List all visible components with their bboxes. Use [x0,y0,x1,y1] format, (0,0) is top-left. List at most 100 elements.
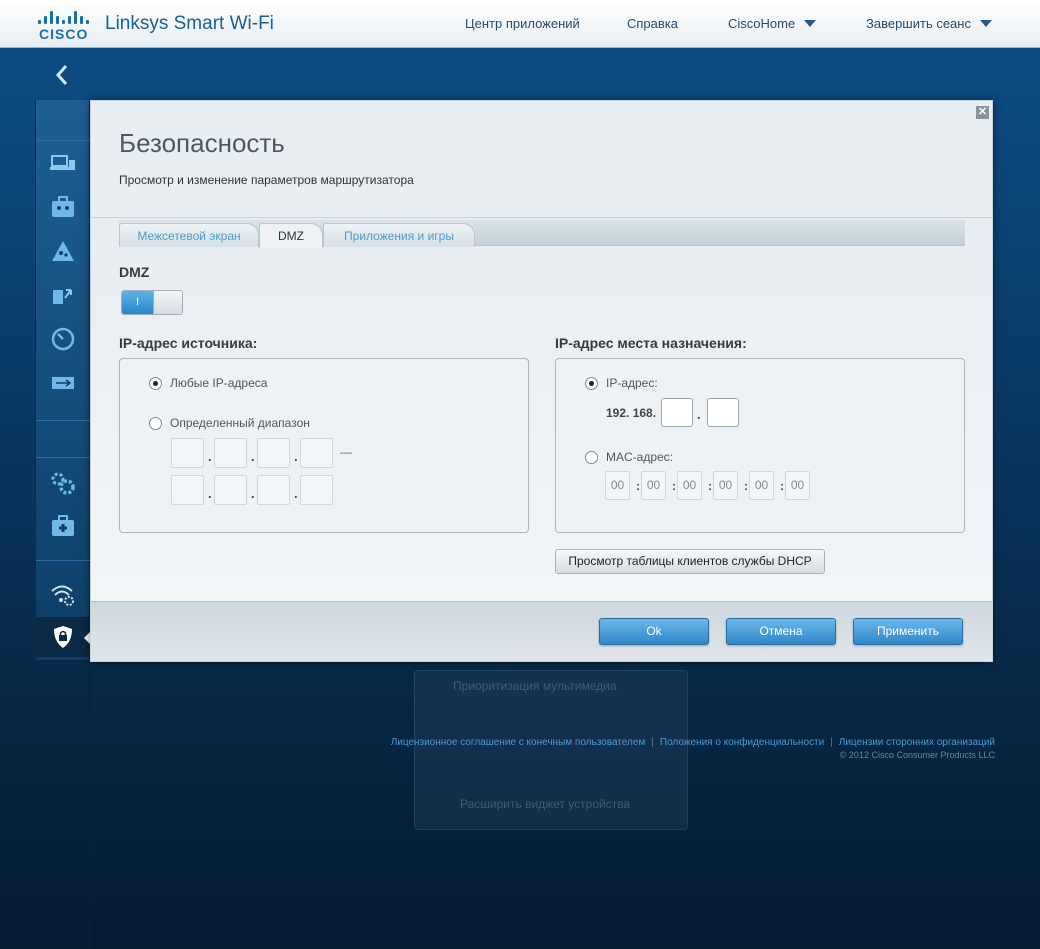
sidebar-item-troubleshooting[interactable] [36,506,90,546]
media-prioritization-icon [53,289,72,304]
dot-separator: . [294,486,298,501]
sidebar-item-guest-access[interactable] [36,187,90,227]
radio-dest-ip-label: IP-адрес: [606,376,658,390]
sidebar-divider [36,560,90,561]
destination-ip-title: IP-адрес места назначения: [555,335,747,351]
sidebar-item-connectivity[interactable] [36,463,90,503]
nav-sign-out-dropdown[interactable]: Завершить сеанс [866,16,992,31]
troubleshooting-icon [52,515,74,536]
range-end-octet-2[interactable] [214,475,247,505]
radio-mac[interactable] [585,451,598,464]
range-start-octet-4[interactable] [300,438,333,468]
mac-octet-3[interactable]: 00 [677,471,702,500]
connectivity-gear-icon [51,472,75,495]
mac-octet-1[interactable]: 00 [605,471,630,500]
sidebar-item-speed-test[interactable] [36,319,90,359]
toggle-on-indicator: I [122,291,153,314]
ok-button[interactable]: Ok [599,618,709,645]
nav-app-center[interactable]: Центр приложений [465,16,580,31]
sidebar-item-security[interactable] [36,617,90,657]
destination-ip-panel: IP-адрес: 192. 168. . MAC-адрес: 00 : 00… [555,358,965,533]
source-ip-title: IP-адрес источника: [119,335,258,351]
range-end-octet-1[interactable] [171,475,204,505]
dot-separator: . [208,449,212,464]
range-start-octet-1[interactable] [171,438,204,468]
parental-controls-icon [52,241,74,261]
sidebar-item-media-prioritization[interactable] [36,275,90,315]
dot-separator: . [294,449,298,464]
widget-link: Расширить виджет устройства [460,797,631,811]
cisco-bars-icon [36,10,94,24]
mac-octet-2[interactable]: 00 [641,471,666,500]
dialog-footer: Ok Отмена Применить [91,601,992,661]
footer-link-privacy[interactable]: Положения о конфиденциальности [660,737,824,748]
footer-link-third-party[interactable]: Лицензии сторонних организаций [839,737,995,748]
sidebar-divider [36,457,90,458]
close-icon[interactable]: ✕ [976,106,989,119]
chevron-left-icon [55,65,68,85]
ip-prefix: 192. 168. [606,406,657,420]
sidebar-item-parental-controls[interactable] [36,231,90,271]
range-end-octet-4[interactable] [300,475,333,505]
dialog-subtitle: Просмотр и изменение параметров маршрути… [119,173,414,187]
speed-test-icon [51,327,75,351]
mac-octet-6[interactable]: 00 [785,471,810,500]
nav-network-name-dropdown[interactable]: CiscoHome [728,16,817,31]
security-dialog: ✕ Безопасность Просмотр и изменение пара… [90,100,993,662]
nav-help[interactable]: Справка [627,16,678,31]
mac-octet-4[interactable]: 00 [713,471,738,500]
sidebar-item-usb-storage[interactable] [36,363,90,403]
mac-octet-5[interactable]: 00 [749,471,774,500]
device-list-icon [50,155,75,170]
apply-button[interactable]: Применить [853,618,963,645]
guest-access-icon [52,196,74,217]
tab-firewall[interactable]: Межсетевой экран [119,223,259,247]
colon-separator: : [636,479,640,493]
cancel-button[interactable]: Отмена [726,618,836,645]
widget-title: Приоритизация мультимедиа [453,679,617,693]
source-ip-panel: Любые IP-адреса Определенный диапазон . … [119,358,529,533]
range-end-octet-3[interactable] [257,475,290,505]
dmz-label: DMZ [119,264,150,280]
dest-ip-octet-3[interactable] [661,398,693,427]
back-button[interactable] [36,52,88,98]
radio-dest-ip[interactable] [585,377,598,390]
dot-separator: . [251,486,255,501]
nav-label: Завершить сеанс [866,16,971,31]
dhcp-client-table-button[interactable]: Просмотр таблицы клиентов службы DHCP [555,549,825,574]
sidebar-divider [36,140,90,141]
colon-separator: : [708,479,712,493]
caret-down-icon [979,20,992,27]
footer: Лицензионное соглашение с конечным польз… [391,737,995,760]
dot-separator: . [697,407,701,422]
radio-specific-range-label: Определенный диапазон [170,416,310,430]
radio-specific-range[interactable] [149,417,162,430]
tab-bar: Межсетевой экран DMZ Приложения и игры [119,220,965,248]
colon-separator: : [780,479,784,493]
toggle-knob [153,291,182,314]
sidebar-item-wireless[interactable] [36,574,90,614]
nav-label: Центр приложений [465,16,580,31]
footer-link-eula[interactable]: Лицензионное соглашение с конечным польз… [391,737,646,748]
colon-separator: : [672,479,676,493]
dot-separator: . [208,486,212,501]
dialog-title: Безопасность [119,128,285,158]
brand-title: Linksys Smart Wi-Fi [105,13,274,34]
sidebar-divider [36,420,90,421]
range-start-octet-2[interactable] [214,438,247,468]
copyright: © 2012 Cisco Consumer Products LLC [839,750,995,760]
range-dash: — [340,445,352,459]
dest-ip-octet-4[interactable] [707,398,739,427]
sidebar-item-device-list[interactable] [36,143,90,183]
tab-apps-games[interactable]: Приложения и игры [323,223,475,247]
dmz-toggle[interactable]: I [121,290,183,315]
cisco-logo: CISCO [36,10,96,42]
nav-label: Справка [627,16,678,31]
caret-down-icon [804,20,817,27]
radio-mac-label: MAC-адрес: [606,450,674,464]
range-start-octet-3[interactable] [257,438,290,468]
nav-label: CiscoHome [728,16,796,31]
tab-dmz[interactable]: DMZ [259,223,323,248]
sidebar-line [89,660,90,949]
radio-any-ip[interactable] [149,377,162,390]
